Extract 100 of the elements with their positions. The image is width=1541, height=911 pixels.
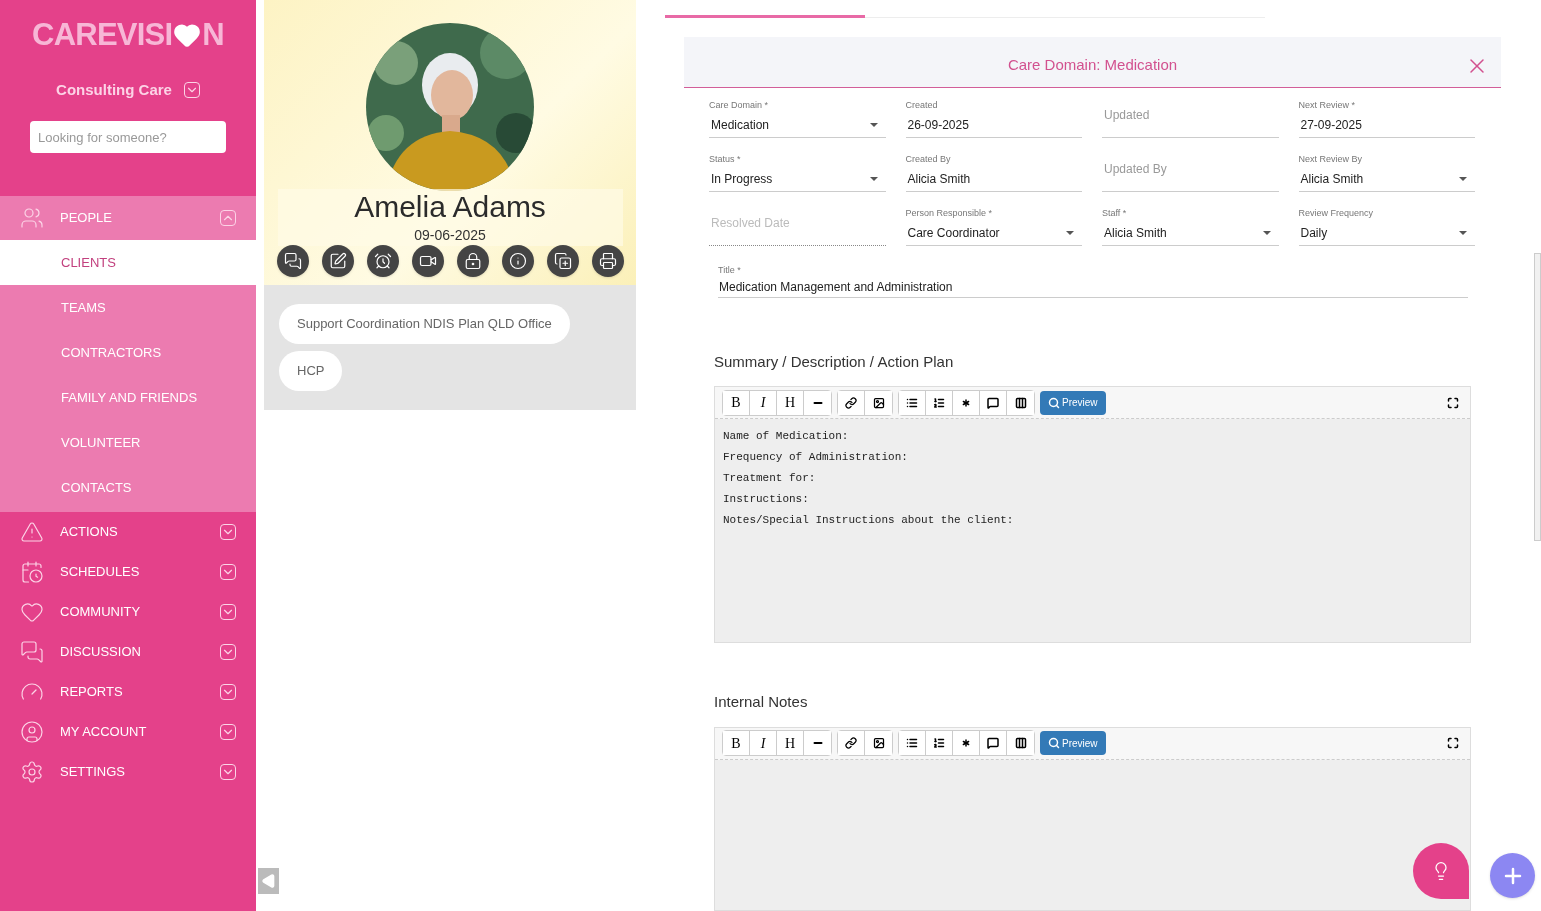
warning-icon: [20, 520, 44, 544]
input-field[interactable]: Updated By: [1102, 166, 1279, 192]
field-label: Person Responsible *: [905, 206, 994, 220]
preview-button[interactable]: Preview: [1040, 731, 1106, 755]
format-button[interactable]: B: [723, 390, 750, 415]
columns-icon: [1014, 737, 1027, 749]
format-button[interactable]: H: [777, 731, 804, 755]
nav-subitem[interactable]: VOLUNTEER: [0, 420, 256, 465]
chat-button[interactable]: [276, 245, 309, 277]
scrollbar[interactable]: [1534, 253, 1541, 541]
video-button[interactable]: [411, 245, 444, 277]
lock-icon: [463, 252, 482, 270]
editor-line: Frequency of Administration:: [723, 450, 909, 465]
link-icon: [845, 396, 857, 409]
select-field[interactable]: Daily: [1298, 220, 1475, 246]
alarm-clock-button[interactable]: [366, 245, 399, 277]
comment-button[interactable]: [980, 390, 1007, 415]
printer-button[interactable]: [591, 245, 624, 277]
tag-chip: HCP: [279, 351, 343, 391]
nav-subitem[interactable]: CLIENTS: [0, 240, 256, 285]
triangle-left-icon: [260, 873, 277, 889]
image-button[interactable]: [865, 731, 892, 755]
rule-button[interactable]: [804, 390, 831, 415]
nav-item[interactable]: COMMUNITY: [0, 592, 256, 632]
image-button[interactable]: [865, 390, 892, 415]
asterisk-button[interactable]: [953, 731, 980, 755]
select-field[interactable]: Alicia Smith: [1102, 220, 1279, 246]
list-button[interactable]: [899, 390, 926, 415]
expand-icon[interactable]: [220, 604, 236, 620]
logo-text: N: [202, 16, 224, 54]
user-icon: [20, 720, 44, 744]
expand-icon[interactable]: [220, 524, 236, 540]
info-button[interactable]: [501, 245, 534, 277]
nav-subitem[interactable]: CONTACTS: [0, 465, 256, 510]
nav-subitem[interactable]: CONTRACTORS: [0, 330, 256, 375]
edit-button[interactable]: [321, 245, 354, 277]
select-field[interactable]: Alicia Smith: [1298, 166, 1475, 192]
comment-button[interactable]: [980, 731, 1007, 755]
numbered-list-button[interactable]: [926, 731, 953, 755]
expand-icon[interactable]: [220, 764, 236, 780]
dropdown-arrow-icon: [869, 176, 878, 181]
fullscreen-icon[interactable]: [1447, 737, 1459, 749]
add-copy-button[interactable]: [546, 245, 579, 277]
field-label: Created: [905, 98, 939, 112]
nav-item[interactable]: SCHEDULES: [0, 552, 256, 592]
nav-subitem[interactable]: FAMILY AND FRIENDS: [0, 375, 256, 420]
format-button[interactable]: B: [723, 731, 750, 755]
expand-icon[interactable]: [220, 724, 236, 740]
link-button[interactable]: [838, 731, 865, 755]
image-icon: [872, 396, 885, 409]
rule-button[interactable]: [804, 731, 831, 755]
nav-item[interactable]: ACTIONS: [0, 512, 256, 552]
image-icon: [872, 737, 885, 749]
numbered-list-button[interactable]: [926, 390, 953, 415]
lock-button[interactable]: [456, 245, 489, 277]
columns-icon: [1014, 396, 1027, 409]
heart-icon: [20, 600, 44, 624]
input-field[interactable]: 26-09-2025: [905, 112, 1082, 138]
list-icon: [906, 396, 918, 409]
list-icon: [906, 737, 918, 749]
asterisk-button[interactable]: [953, 390, 980, 415]
select-field[interactable]: In Progress: [709, 166, 886, 192]
nav-item[interactable]: SETTINGS: [0, 752, 256, 792]
list-button[interactable]: [899, 731, 926, 755]
nav-subitem[interactable]: TEAMS: [0, 285, 256, 330]
editor-line: Instructions:: [723, 492, 810, 507]
people-icon: [20, 206, 44, 230]
dropdown-icon[interactable]: [183, 81, 200, 98]
format-button[interactable]: I: [750, 390, 777, 415]
comment-icon: [987, 396, 999, 409]
link-button[interactable]: [838, 390, 865, 415]
nav-item[interactable]: DISCUSSION: [0, 632, 256, 672]
dropdown-arrow-icon: [869, 122, 878, 127]
fullscreen-icon[interactable]: [1447, 396, 1459, 409]
select-field[interactable]: Medication: [709, 112, 886, 138]
dropdown-arrow-icon: [1066, 230, 1074, 235]
expand-icon[interactable]: [220, 684, 236, 700]
preview-button[interactable]: Preview: [1040, 390, 1106, 415]
input-field[interactable]: 27-09-2025: [1298, 112, 1475, 138]
select-field[interactable]: Care Coordinator: [905, 220, 1082, 246]
numbered-list-icon: [933, 396, 945, 409]
clock-icon: [20, 560, 44, 584]
expand-icon[interactable]: [220, 644, 236, 660]
columns-button[interactable]: [1007, 390, 1034, 415]
field-label: Created By: [905, 152, 952, 166]
format-button[interactable]: H: [777, 390, 804, 415]
field-label: Next Review *: [1298, 98, 1357, 112]
nav-item[interactable]: PEOPLE: [0, 196, 256, 240]
input-field[interactable]: Alicia Smith: [905, 166, 1082, 192]
chat-icon: [283, 252, 302, 270]
format-button[interactable]: I: [750, 731, 777, 755]
info-icon: [508, 252, 527, 270]
add-button[interactable]: [1490, 853, 1535, 898]
input-field[interactable]: Medication Management and Administration: [718, 277, 1468, 298]
search-field[interactable]: Looking for someone?: [30, 121, 226, 153]
input-field[interactable]: Updated: [1102, 112, 1279, 138]
columns-button[interactable]: [1007, 731, 1034, 755]
nav-item[interactable]: REPORTS: [0, 672, 256, 712]
expand-icon[interactable]: [220, 564, 236, 580]
nav-item[interactable]: MY ACCOUNT: [0, 712, 256, 752]
